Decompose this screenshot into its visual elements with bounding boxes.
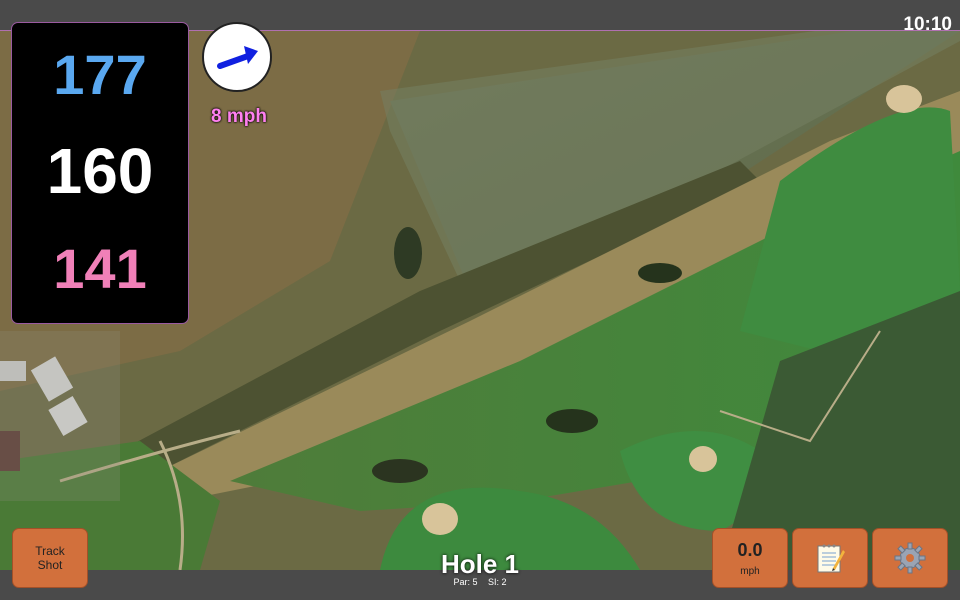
hole-par: Par: 5 [453, 577, 478, 587]
hole-info: Par: 5 SI: 2 [400, 577, 560, 587]
back-yardage: 177 [53, 43, 147, 106]
notes-button[interactable] [792, 528, 868, 588]
hole-title: Hole 1 [440, 549, 520, 579]
yardage-panel: 177 160 141 [11, 22, 189, 324]
speed-value: 0.0 [737, 539, 763, 560]
wind-speed: 8 mph [211, 106, 267, 127]
front-yardage: 141 [53, 237, 147, 300]
gear-icon [894, 542, 926, 574]
hole-stroke-index: SI: 2 [488, 577, 507, 587]
track-shot-label-line1: Track [35, 544, 65, 558]
wind-indicator[interactable] [202, 22, 272, 92]
middle-yardage: 160 [46, 135, 154, 207]
arrow-icon [217, 46, 258, 69]
notepad-icon [817, 544, 845, 573]
speed-button[interactable]: 0.0 mph [712, 528, 788, 588]
settings-button[interactable] [872, 528, 948, 588]
speed-unit: mph [740, 565, 760, 577]
track-shot-label-line2: Shot [37, 558, 63, 572]
track-shot-button[interactable]: Track Shot [12, 528, 88, 588]
